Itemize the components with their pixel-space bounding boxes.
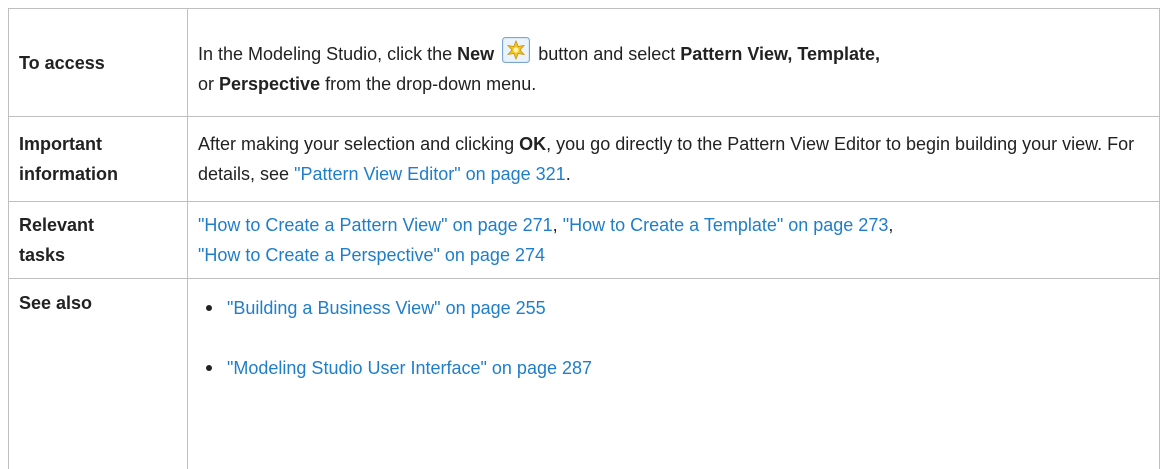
perspective-label: Perspective [219, 74, 320, 94]
bullet-icon [206, 365, 212, 371]
list-item: "Building a Business View" on page 255 [203, 293, 1149, 323]
row-label-see-also: See also [9, 279, 188, 469]
text: In the Modeling Studio, click the [198, 44, 457, 64]
row-value-see-also: "Building a Business View" on page 255 "… [188, 279, 1160, 469]
label-line: tasks [19, 245, 65, 265]
link-how-to-create-template[interactable]: "How to Create a Template" on page 273 [563, 215, 889, 235]
row-label-relevant-tasks: Relevant tasks [9, 202, 188, 279]
row-value-important-information: After making your selection and clicking… [188, 117, 1160, 202]
label-line: Relevant [19, 215, 94, 235]
ok-label: OK [519, 134, 546, 154]
row-label-to-access: To access [9, 9, 188, 117]
pattern-view-template-label: Pattern View, Template, [680, 44, 880, 64]
bullet-icon [206, 305, 212, 311]
link-how-to-create-pattern-view[interactable]: "How to Create a Pattern View" on page 2… [198, 215, 553, 235]
label-line: Important [19, 134, 102, 154]
new-label: New [457, 44, 494, 64]
text: from the drop-down menu. [320, 74, 536, 94]
text: button and select [533, 44, 680, 64]
link-modeling-studio-ui[interactable]: "Modeling Studio User Interface" on page… [227, 358, 592, 378]
separator: , [888, 215, 893, 235]
label-line: information [19, 164, 118, 184]
row-value-relevant-tasks: "How to Create a Pattern View" on page 2… [188, 202, 1160, 279]
table-row: Important information After making your s… [9, 117, 1160, 202]
text: or [198, 74, 219, 94]
table-row: See also "Building a Business View" on p… [9, 279, 1160, 469]
list-item: "Modeling Studio User Interface" on page… [203, 353, 1149, 383]
row-label-important-information: Important information [9, 117, 188, 202]
separator: , [553, 215, 563, 235]
table-row: Relevant tasks "How to Create a Pattern V… [9, 202, 1160, 279]
link-pattern-view-editor[interactable]: "Pattern View Editor" on page 321 [294, 164, 566, 184]
new-star-icon [502, 37, 530, 63]
text: . [566, 164, 571, 184]
see-also-list: "Building a Business View" on page 255 "… [198, 293, 1149, 383]
link-how-to-create-perspective[interactable]: "How to Create a Perspective" on page 27… [198, 245, 545, 265]
table-row: To access In the Modeling Studio, click … [9, 9, 1160, 117]
row-value-to-access: In the Modeling Studio, click the New bu… [188, 9, 1160, 117]
text: After making your selection and clicking [198, 134, 519, 154]
link-building-business-view[interactable]: "Building a Business View" on page 255 [227, 298, 546, 318]
info-table: To access In the Modeling Studio, click … [8, 8, 1160, 469]
